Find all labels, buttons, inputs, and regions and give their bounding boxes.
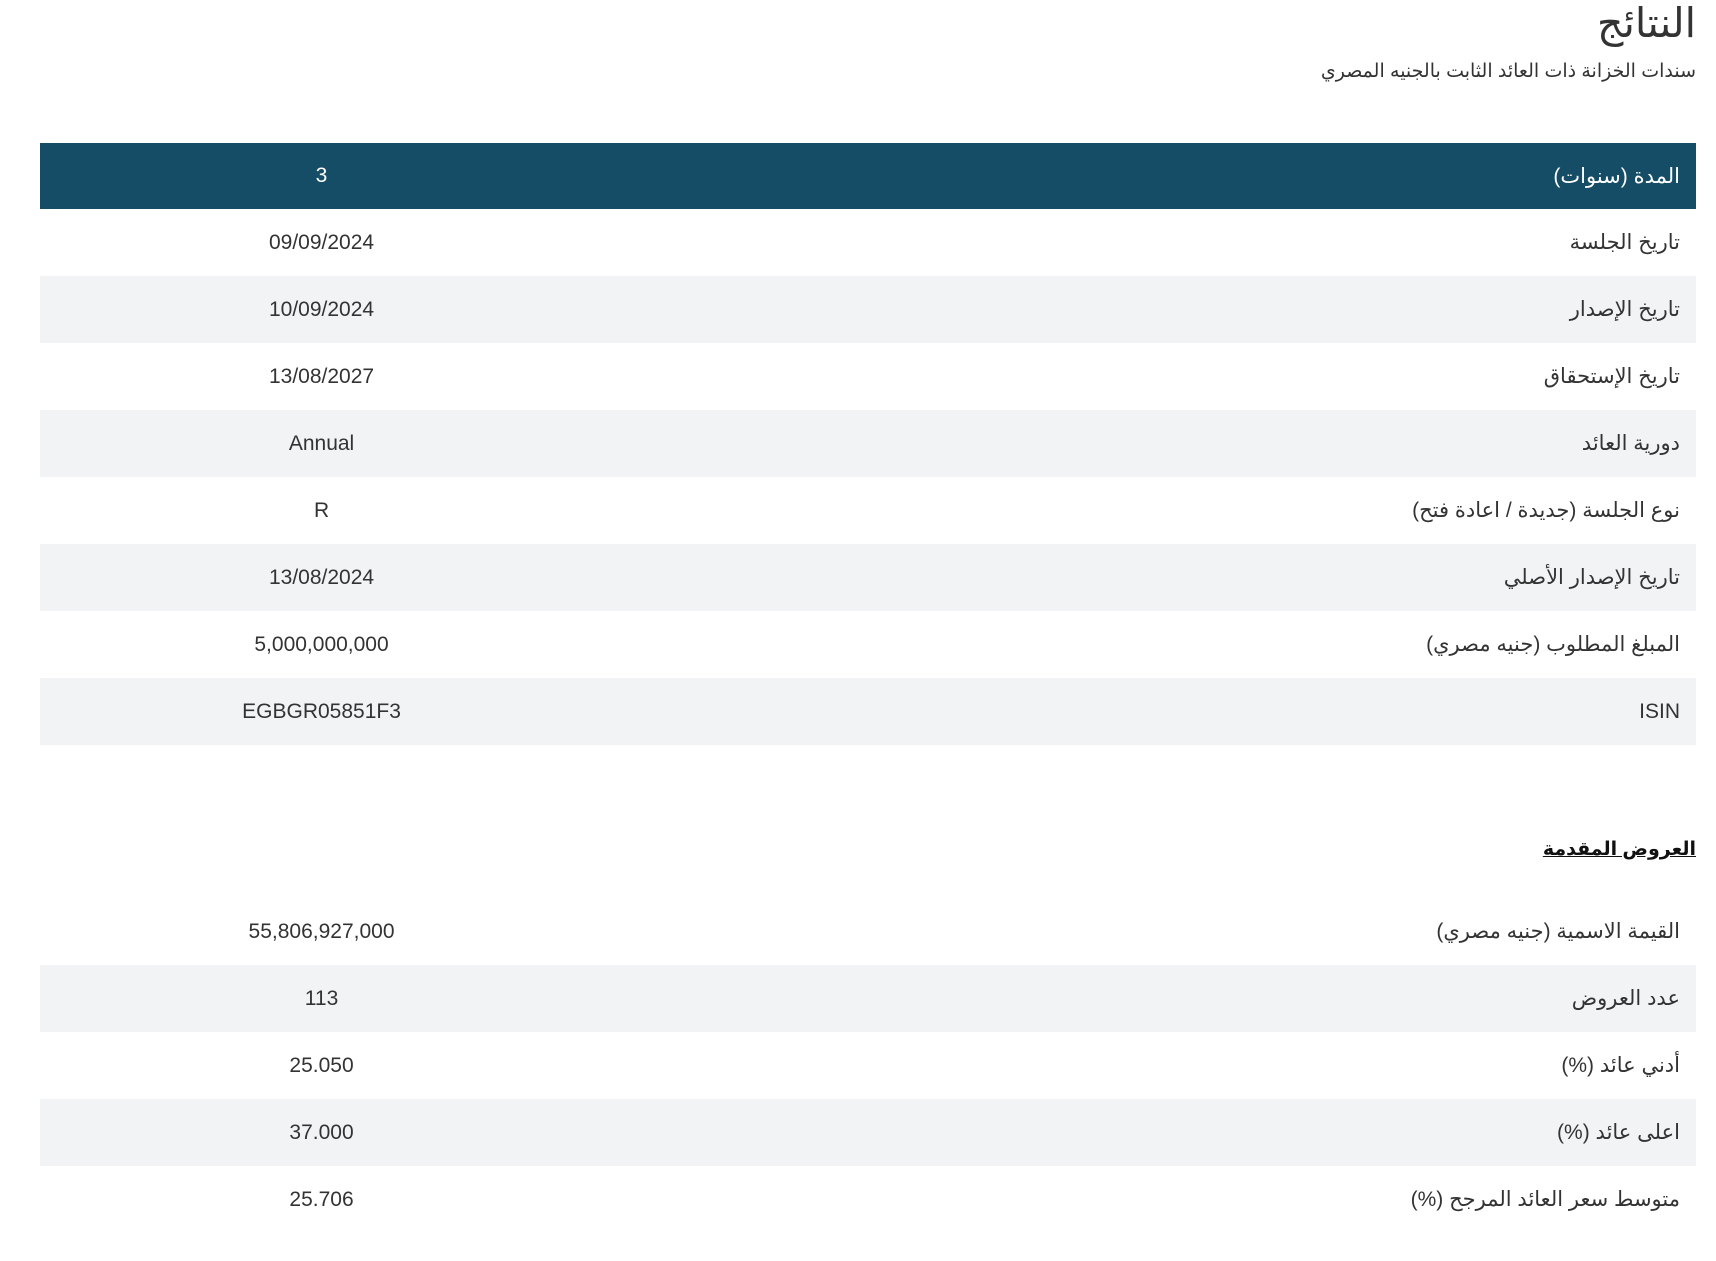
row-value: 13/08/2024 <box>40 544 604 611</box>
table-row: تاريخ الإصدار 10/09/2024 <box>40 276 1696 343</box>
row-label: عدد العروض <box>603 965 1696 1032</box>
row-label: متوسط سعر العائد المرجح (%) <box>1410 1188 1680 1211</box>
results-table: المدة (سنوات) 3 تاريخ الجلسة 09/09/2024 … <box>40 143 1696 745</box>
row-label: اعلى عائد (%) <box>603 1099 1696 1166</box>
row-value: 25.706 <box>289 1187 354 1211</box>
row-label: تاريخ الإصدار الأصلي <box>603 544 1696 611</box>
page-title: النتائج <box>1597 0 1696 46</box>
row-value: 113 <box>40 965 604 1032</box>
header-label: المدة (سنوات) <box>603 143 1696 209</box>
table-row: أدني عائد (%) 25.050 <box>40 1032 1696 1099</box>
table-row: تاريخ الإستحقاق 13/08/2027 <box>40 343 1696 410</box>
row-value: 25.050 <box>289 1053 354 1077</box>
offers-heading: العروض المقدمة <box>1542 839 1696 860</box>
row-label: القيمة الاسمية (جنيه مصري) <box>1436 920 1680 943</box>
table-row: المبلغ المطلوب (جنيه مصري) 5,000,000,000 <box>40 611 1696 678</box>
row-label: نوع الجلسة (جديدة / اعادة فتح) <box>1412 499 1680 522</box>
table-row: دورية العائد Annual <box>40 410 1696 477</box>
row-label: تاريخ الإستحقاق <box>1543 365 1680 388</box>
offers-table: القيمة الاسمية (جنيه مصري) 55,806,927,00… <box>40 898 1696 1233</box>
row-label: المبلغ المطلوب (جنيه مصري) <box>1426 633 1680 656</box>
table-row: اعلى عائد (%) 37.000 <box>40 1099 1696 1166</box>
row-label: تاريخ الإصدار <box>603 276 1696 343</box>
row-label: دورية العائد <box>603 410 1696 477</box>
row-value: 13/08/2027 <box>268 364 375 388</box>
row-value: 5,000,000,000 <box>254 632 389 656</box>
row-value: 09/09/2024 <box>268 230 375 254</box>
row-label: ISIN <box>603 678 1696 745</box>
table-row: تاريخ الجلسة 09/09/2024 <box>40 209 1696 276</box>
row-value: 37.000 <box>40 1099 604 1166</box>
row-value: R <box>313 498 330 522</box>
header-value: 3 <box>40 143 604 209</box>
table-row: ISIN EGBGR05851F3 <box>40 678 1696 745</box>
table-row: عدد العروض 113 <box>40 965 1696 1032</box>
results-table-header: المدة (سنوات) 3 <box>40 143 1696 209</box>
table-row: القيمة الاسمية (جنيه مصري) 55,806,927,00… <box>40 898 1696 965</box>
table-row: تاريخ الإصدار الأصلي 13/08/2024 <box>40 544 1696 611</box>
results-page: النتائج سندات الخزانة ذات العائد الثابت … <box>40 0 1696 1233</box>
table-row: متوسط سعر العائد المرجح (%) 25.706 <box>40 1166 1696 1233</box>
row-value: Annual <box>40 410 604 477</box>
row-value: 10/09/2024 <box>40 276 604 343</box>
row-value: 55,806,927,000 <box>248 919 395 943</box>
table-row: نوع الجلسة (جديدة / اعادة فتح) R <box>40 477 1696 544</box>
row-label: تاريخ الجلسة <box>1569 231 1680 254</box>
row-value: EGBGR05851F3 <box>40 678 604 745</box>
page-subtitle: سندات الخزانة ذات العائد الثابت بالجنيه … <box>1320 61 1696 82</box>
row-label: أدني عائد (%) <box>1561 1054 1680 1077</box>
